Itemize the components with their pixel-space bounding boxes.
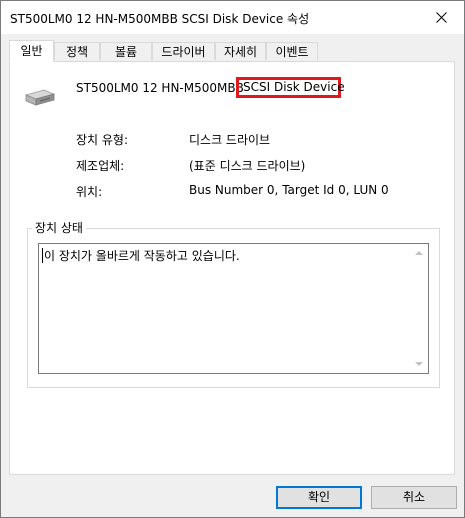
scroll-down-arrow-icon[interactable]: [415, 362, 423, 366]
tab-details[interactable]: 자세히: [215, 42, 266, 60]
text-caret: [42, 248, 43, 263]
device-name: ST500LM0 12 HN-M500MBB: [76, 81, 244, 95]
window-title: ST500LM0 12 HN-M500MBB SCSI Disk Device …: [10, 12, 310, 26]
tab-policy[interactable]: 정책: [54, 42, 100, 60]
manufacturer-label: 제조업체:: [76, 159, 125, 173]
device-name-highlight: SCSI Disk Device: [236, 77, 345, 98]
location-label: 위치:: [76, 185, 103, 199]
device-status-text: 이 장치가 올바르게 작동하고 있습니다.: [44, 249, 240, 263]
device-status-title: 장치 상태: [32, 219, 86, 236]
device-type-label: 장치 유형:: [76, 133, 129, 147]
tab-driver[interactable]: 드라이버: [152, 42, 215, 60]
device-type-value: 디스크 드라이브: [189, 133, 271, 147]
tab-events[interactable]: 이벤트: [266, 42, 318, 60]
cancel-button[interactable]: 취소: [371, 486, 457, 509]
tab-volume[interactable]: 볼륨: [100, 42, 152, 60]
manufacturer-value: (표준 디스크 드라이브): [189, 159, 306, 173]
tab-general[interactable]: 일반: [9, 40, 54, 62]
title-bar: ST500LM0 12 HN-M500MBB SCSI Disk Device …: [1, 1, 464, 34]
location-value: Bus Number 0, Target Id 0, LUN 0: [189, 183, 389, 197]
device-status-textbox[interactable]: 이 장치가 올바르게 작동하고 있습니다.: [38, 243, 429, 374]
ok-button[interactable]: 확인: [276, 486, 362, 509]
disk-drive-icon: [24, 89, 56, 106]
close-icon: [435, 12, 447, 23]
close-button[interactable]: [418, 1, 464, 34]
status-scrollbar[interactable]: [411, 244, 428, 373]
scroll-up-arrow-icon[interactable]: [415, 251, 423, 255]
